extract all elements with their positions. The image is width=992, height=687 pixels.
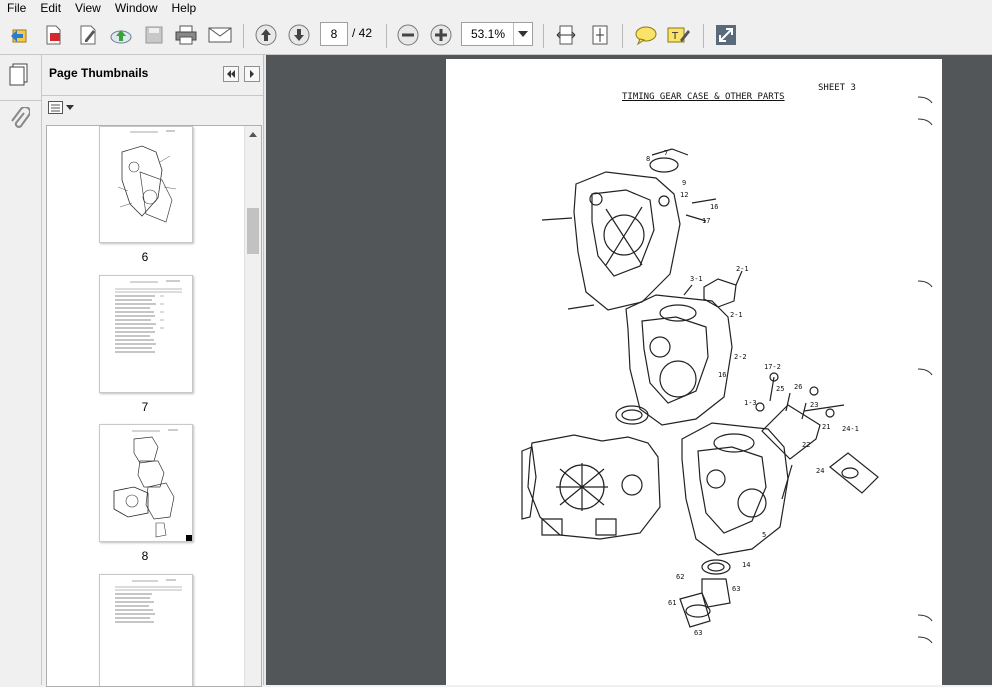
exploded-parts-diagram: 78 912 1617 3-12-1 2-12-2 161-3 17-225 2… xyxy=(521,96,933,644)
zoom-in-icon[interactable] xyxy=(428,22,454,48)
thumbnails-panel: Page Thumbnails 6 7 8 xyxy=(42,55,263,687)
zoom-out-icon[interactable] xyxy=(395,22,421,48)
svg-text:9: 9 xyxy=(682,179,686,187)
document-page: TIMING GEAR CASE & OTHER PARTS SHEET 3 7… xyxy=(446,59,942,685)
previous-page-icon[interactable] xyxy=(253,22,279,48)
chevron-down-icon[interactable] xyxy=(513,23,532,45)
email-icon[interactable] xyxy=(207,22,233,48)
menu-file[interactable]: File xyxy=(0,0,33,16)
svg-text:T: T xyxy=(671,31,679,42)
document-viewer[interactable]: TIMING GEAR CASE & OTHER PARTS SHEET 3 7… xyxy=(266,55,992,685)
navigation-strip xyxy=(0,55,42,685)
panel-title: Page Thumbnails xyxy=(49,66,149,80)
attachments-icon[interactable] xyxy=(8,106,31,134)
open-file-icon[interactable] xyxy=(7,22,33,48)
menu-bar: File Edit View Window Help xyxy=(0,0,992,16)
menu-window[interactable]: Window xyxy=(108,0,165,16)
svg-text:63: 63 xyxy=(732,585,740,593)
comment-icon[interactable] xyxy=(633,22,659,48)
thumbnail-label: 6 xyxy=(141,250,149,264)
svg-text:8: 8 xyxy=(646,155,650,163)
edit-document-icon[interactable] xyxy=(75,22,101,48)
create-pdf-icon[interactable] xyxy=(40,22,66,48)
svg-text:61: 61 xyxy=(668,599,676,607)
scroll-up-icon xyxy=(249,132,257,137)
svg-text:7: 7 xyxy=(664,149,668,157)
svg-text:16: 16 xyxy=(710,203,718,211)
fit-page-icon[interactable] xyxy=(587,22,613,48)
options-icon xyxy=(48,101,63,114)
svg-text:22: 22 xyxy=(802,441,810,449)
fit-width-icon[interactable] xyxy=(553,22,579,48)
print-icon[interactable] xyxy=(173,22,199,48)
svg-text:3-1: 3-1 xyxy=(690,275,703,283)
thumbnails-list[interactable]: 6 7 8 xyxy=(46,125,262,687)
highlight-text-icon[interactable]: T xyxy=(665,22,691,48)
svg-text:16: 16 xyxy=(718,371,726,379)
svg-text:2-1: 2-1 xyxy=(736,265,749,273)
svg-text:24-1: 24-1 xyxy=(842,425,859,433)
svg-text:23: 23 xyxy=(810,401,818,409)
svg-text:24: 24 xyxy=(816,467,824,475)
svg-text:1-3: 1-3 xyxy=(744,399,757,407)
svg-text:17-2: 17-2 xyxy=(764,363,781,371)
expand-icon[interactable] xyxy=(713,22,739,48)
scrollbar-thumb[interactable] xyxy=(247,208,259,254)
thumbnail-page-7[interactable] xyxy=(99,275,193,393)
thumbnail-options-button[interactable] xyxy=(48,101,74,115)
expand-panel-icon[interactable] xyxy=(244,66,260,82)
menu-edit[interactable]: Edit xyxy=(33,0,68,16)
zoom-select[interactable]: 53.1% xyxy=(461,22,533,46)
next-page-icon[interactable] xyxy=(286,22,312,48)
svg-text:63: 63 xyxy=(694,629,702,637)
thumbnails-scrollbar[interactable] xyxy=(244,126,261,686)
svg-text:26: 26 xyxy=(794,383,802,391)
chevron-down-icon xyxy=(66,105,74,110)
menu-help[interactable]: Help xyxy=(165,0,204,16)
thumbnail-label: 7 xyxy=(141,400,149,414)
svg-text:2-2: 2-2 xyxy=(734,353,747,361)
svg-text:12: 12 xyxy=(680,191,688,199)
svg-text:17: 17 xyxy=(702,217,710,225)
page-total: / 42 xyxy=(352,26,373,40)
save-icon[interactable] xyxy=(141,22,167,48)
current-page-marker xyxy=(186,535,192,541)
svg-text:21: 21 xyxy=(822,423,830,431)
page-thumbnails-icon[interactable] xyxy=(8,63,30,90)
upload-cloud-icon[interactable] xyxy=(108,22,134,48)
thumbnail-page-8[interactable] xyxy=(99,424,193,542)
svg-text:5: 5 xyxy=(762,531,766,539)
thumbnail-page-6[interactable] xyxy=(99,126,193,243)
zoom-value[interactable]: 53.1% xyxy=(462,23,514,45)
svg-text:25: 25 xyxy=(776,385,784,393)
svg-text:14: 14 xyxy=(742,561,750,569)
thumbnail-page-9[interactable] xyxy=(99,574,193,686)
svg-text:2-1: 2-1 xyxy=(730,311,743,319)
menu-view[interactable]: View xyxy=(68,0,108,16)
svg-text:62: 62 xyxy=(676,573,684,581)
thumbnail-label: 8 xyxy=(141,549,149,563)
page-number-input[interactable]: 8 xyxy=(320,22,348,46)
collapse-panel-icon[interactable] xyxy=(223,66,239,82)
